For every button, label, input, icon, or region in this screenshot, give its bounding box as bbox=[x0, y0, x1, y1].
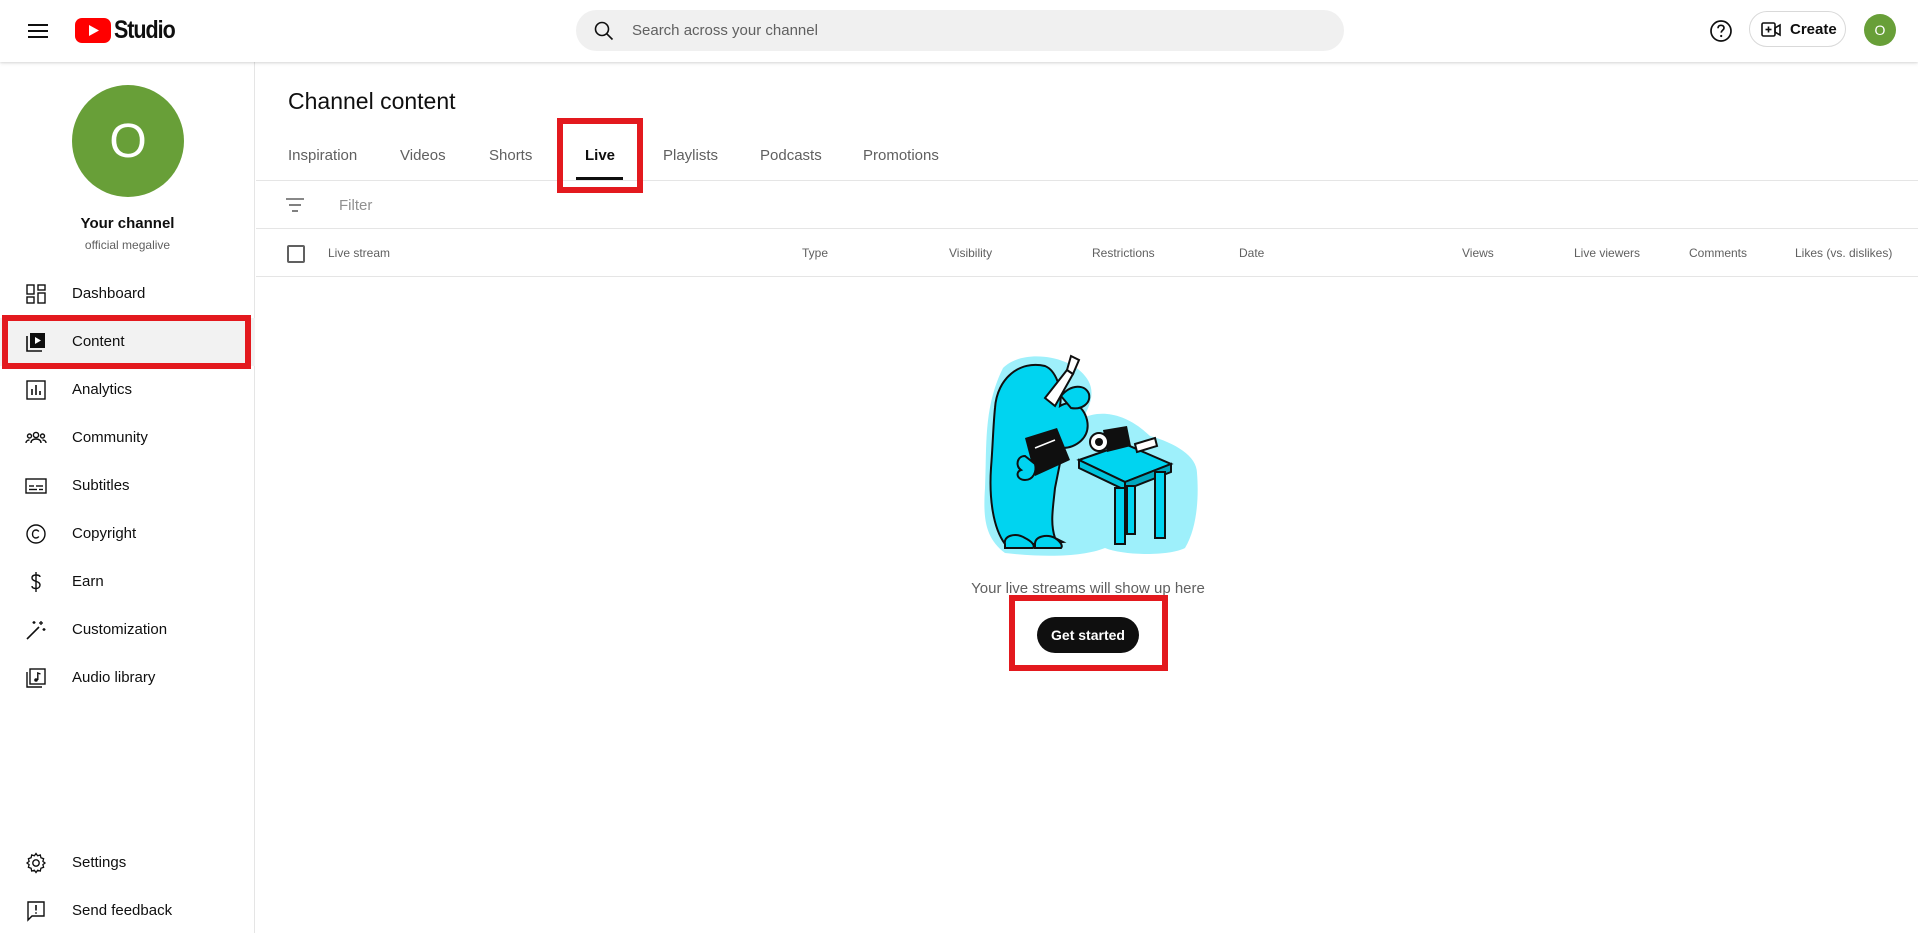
column-header-live-stream[interactable]: Live stream bbox=[328, 246, 390, 260]
filter-bar bbox=[256, 181, 1918, 229]
page-title: Channel content bbox=[288, 88, 456, 114]
tab-promotions[interactable]: Promotions bbox=[863, 147, 939, 164]
youtube-logo-icon bbox=[75, 17, 111, 43]
column-header-type[interactable]: Type bbox=[802, 246, 828, 260]
channel-title: Your channel bbox=[80, 215, 175, 232]
filter-input[interactable] bbox=[339, 193, 739, 217]
feedback-icon bbox=[27, 901, 45, 922]
filter-icon[interactable] bbox=[285, 196, 305, 214]
gear-icon bbox=[25, 852, 47, 874]
sidebar-item-settings[interactable]: Settings bbox=[0, 839, 255, 887]
content-tabs: Inspiration Videos Shorts Live Playlists… bbox=[256, 132, 1918, 181]
sidebar-item-analytics[interactable]: Analytics bbox=[0, 366, 255, 414]
search-input[interactable] bbox=[632, 10, 1322, 51]
subtitles-icon bbox=[25, 478, 47, 494]
table-header: Live stream Type Visibility Restrictions… bbox=[256, 229, 1918, 277]
empty-state-message: Your live streams will show up here bbox=[971, 580, 1205, 597]
sidebar-item-label: Content bbox=[72, 333, 125, 350]
column-header-restrictions[interactable]: Restrictions bbox=[1092, 246, 1155, 260]
sidebar-item-label: Send feedback bbox=[72, 902, 173, 919]
sidebar-item-copyright[interactable]: Copyright bbox=[0, 510, 255, 558]
sidebar-item-label: Settings bbox=[72, 854, 127, 871]
sidebar-item-audio-library[interactable]: Audio library bbox=[0, 654, 255, 702]
sidebar: O Your channel official megalive Dashboa… bbox=[0, 62, 255, 933]
get-started-button[interactable]: Get started bbox=[1037, 617, 1139, 653]
create-button[interactable]: Create bbox=[1749, 11, 1846, 47]
sidebar-item-label: Copyright bbox=[72, 525, 137, 542]
tab-shorts[interactable]: Shorts bbox=[489, 147, 532, 164]
sidebar-item-dashboard[interactable]: Dashboard bbox=[0, 270, 255, 318]
sidebar-item-subtitles[interactable]: Subtitles bbox=[0, 462, 255, 510]
tab-videos[interactable]: Videos bbox=[400, 147, 446, 164]
tab-playlists[interactable]: Playlists bbox=[663, 147, 718, 164]
sidebar-item-earn[interactable]: Earn bbox=[0, 558, 255, 606]
create-video-icon bbox=[1761, 22, 1781, 37]
column-header-visibility[interactable]: Visibility bbox=[949, 246, 992, 260]
sidebar-item-label: Subtitles bbox=[72, 477, 130, 494]
column-header-views[interactable]: Views bbox=[1462, 246, 1494, 260]
create-label: Create bbox=[1790, 21, 1837, 38]
sidebar-item-community[interactable]: Community bbox=[0, 414, 255, 462]
active-tab-indicator bbox=[576, 177, 623, 180]
column-header-live-viewers[interactable]: Live viewers bbox=[1574, 246, 1640, 260]
column-header-likes[interactable]: Likes (vs. dislikes) bbox=[1795, 246, 1892, 260]
help-icon[interactable] bbox=[1707, 17, 1735, 45]
menu-icon[interactable] bbox=[22, 17, 54, 45]
sidebar-item-label: Community bbox=[72, 429, 148, 446]
sidebar-item-label: Earn bbox=[72, 573, 104, 590]
search-bar[interactable] bbox=[576, 10, 1344, 51]
top-bar: Studio Create O bbox=[0, 0, 1918, 62]
content-icon bbox=[26, 333, 45, 352]
sidebar-item-content[interactable]: Content bbox=[0, 318, 255, 366]
dashboard-icon bbox=[26, 284, 46, 304]
sidebar-item-label: Customization bbox=[72, 621, 168, 638]
tab-podcasts[interactable]: Podcasts bbox=[760, 147, 822, 164]
dollar-icon bbox=[31, 572, 41, 592]
column-header-date[interactable]: Date bbox=[1239, 246, 1264, 260]
sidebar-item-label: Dashboard bbox=[72, 285, 146, 302]
sidebar-item-label: Audio library bbox=[72, 669, 156, 686]
magic-wand-icon bbox=[26, 621, 46, 640]
column-header-comments[interactable]: Comments bbox=[1689, 246, 1747, 260]
tab-inspiration[interactable]: Inspiration bbox=[288, 147, 357, 164]
copyright-icon bbox=[26, 524, 46, 544]
search-icon[interactable] bbox=[592, 19, 616, 43]
select-all-checkbox[interactable] bbox=[287, 245, 305, 263]
sidebar-item-label: Analytics bbox=[72, 381, 133, 398]
audio-library-icon bbox=[26, 668, 46, 688]
empty-state-illustration bbox=[984, 354, 1198, 556]
community-icon bbox=[25, 431, 47, 444]
channel-handle: official megalive bbox=[84, 238, 171, 252]
sidebar-item-send-feedback[interactable]: Send feedback bbox=[0, 887, 255, 933]
studio-logo[interactable]: Studio bbox=[75, 14, 185, 46]
channel-avatar[interactable]: O bbox=[72, 85, 184, 197]
logo-text: Studio bbox=[114, 15, 176, 44]
analytics-icon bbox=[26, 380, 46, 400]
tab-live[interactable]: Live bbox=[585, 147, 615, 164]
sidebar-item-customization[interactable]: Customization bbox=[0, 606, 255, 654]
account-avatar[interactable]: O bbox=[1864, 14, 1896, 46]
